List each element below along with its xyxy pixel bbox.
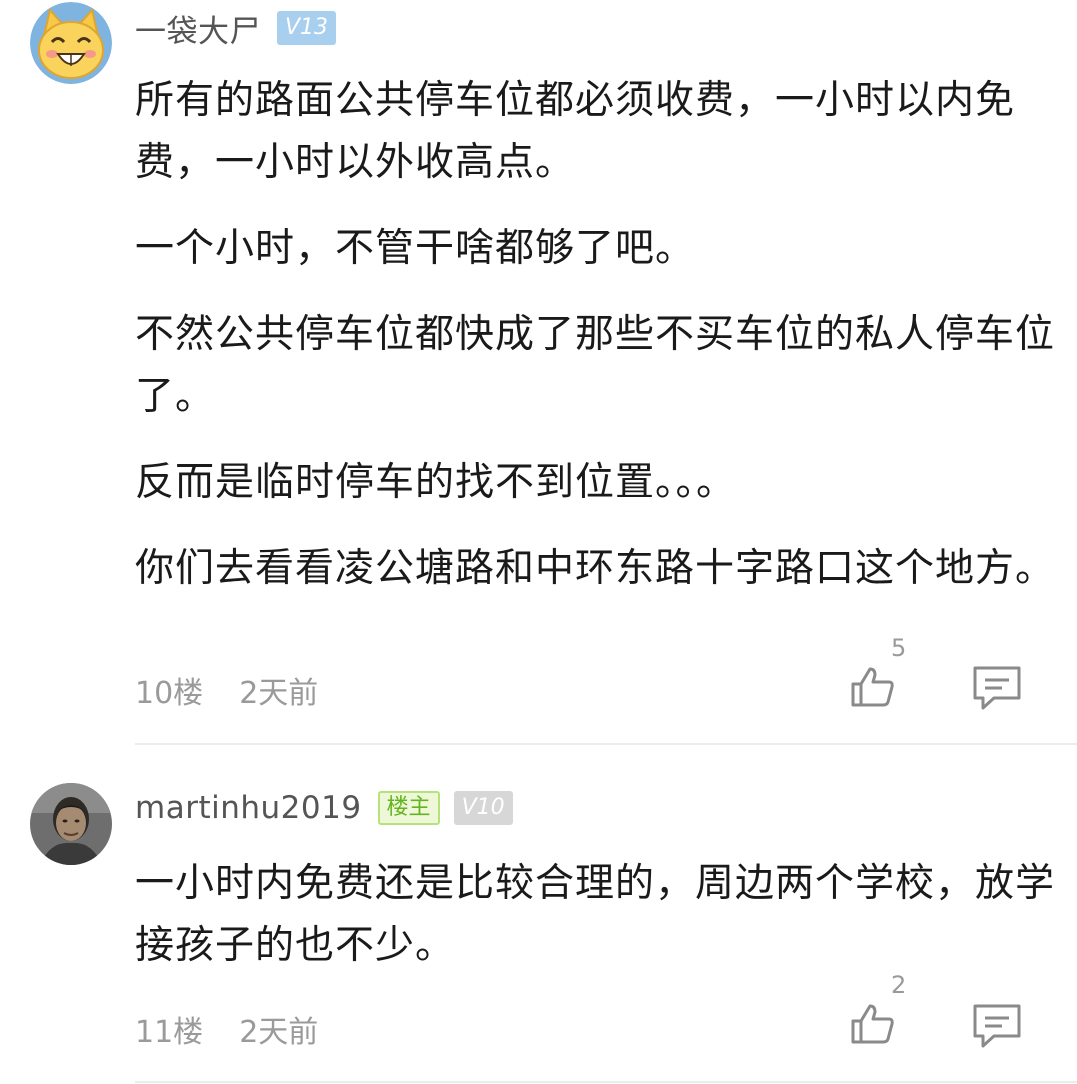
floor-number: 11楼 [135,1015,204,1050]
comment-meta: 11楼 2天前 [135,1007,318,1051]
comment-body: 所有的路面公共停车位都必须收费，一小时以内免费，一小时以外收高点。 一个小时，不… [135,70,1060,624]
comment-paragraph: 一个小时，不管干啥都够了吧。 [135,226,696,271]
comment-paragraph: 不然公共停车位都快成了那些不买车位的私人停车位了。 [135,312,1056,419]
username[interactable]: martinhu2019 [135,790,362,826]
person-photo-avatar-icon [30,783,112,865]
like-button[interactable]: 2 [848,971,908,1045]
comment-paragraph: 所有的路面公共停车位都必须收费，一小时以内免费，一小时以外收高点。 [135,78,1016,185]
floor-number: 10楼 [135,676,204,711]
comment-paragraph: 你们去看看凌公塘路和中环东路十字路口这个地方。 [135,546,1056,591]
comment-paragraph: 反而是临时停车的找不到位置。。。 [135,460,737,505]
thumbs-up-icon [851,1004,894,1044]
avatar[interactable] [30,783,112,865]
like-count: 2 [891,971,907,999]
comment-item: martinhu2019 楼主 V10 一小时内免费还是比较合理的，周边两个学校… [0,745,1077,1084]
comment-icon [973,666,1021,710]
level-badge: V13 [277,11,337,45]
avatar[interactable] [30,2,112,84]
username[interactable]: 一袋大尸 [135,6,261,51]
cartoon-cat-avatar-icon [30,2,112,84]
like-count: 5 [891,634,907,662]
level-badge: V10 [453,791,513,825]
like-button[interactable]: 5 [848,634,908,708]
comment-meta: 10楼 2天前 [135,668,318,712]
comment-item: 一袋大尸 V13 所有的路面公共停车位都必须收费，一小时以内免费，一小时以外收高… [0,0,1077,745]
comment-body: 一小时内免费还是比较合理的，周边两个学校，放学接孩子的也不少。 [135,853,1060,1001]
reply-button[interactable] [970,1002,1024,1052]
owner-badge: 楼主 [377,791,440,825]
comment-header: 一袋大尸 V13 [135,6,337,51]
thumbs-up-icon [851,667,894,707]
comment-time: 2天前 [239,1015,319,1050]
comment-header: martinhu2019 楼主 V10 [135,786,513,830]
comment-paragraph: 一小时内免费还是比较合理的，周边两个学校，放学接孩子的也不少。 [135,861,1056,968]
comment-icon [973,1004,1021,1048]
comment-time: 2天前 [239,676,319,711]
reply-button[interactable] [970,664,1024,714]
divider [135,1081,1077,1083]
